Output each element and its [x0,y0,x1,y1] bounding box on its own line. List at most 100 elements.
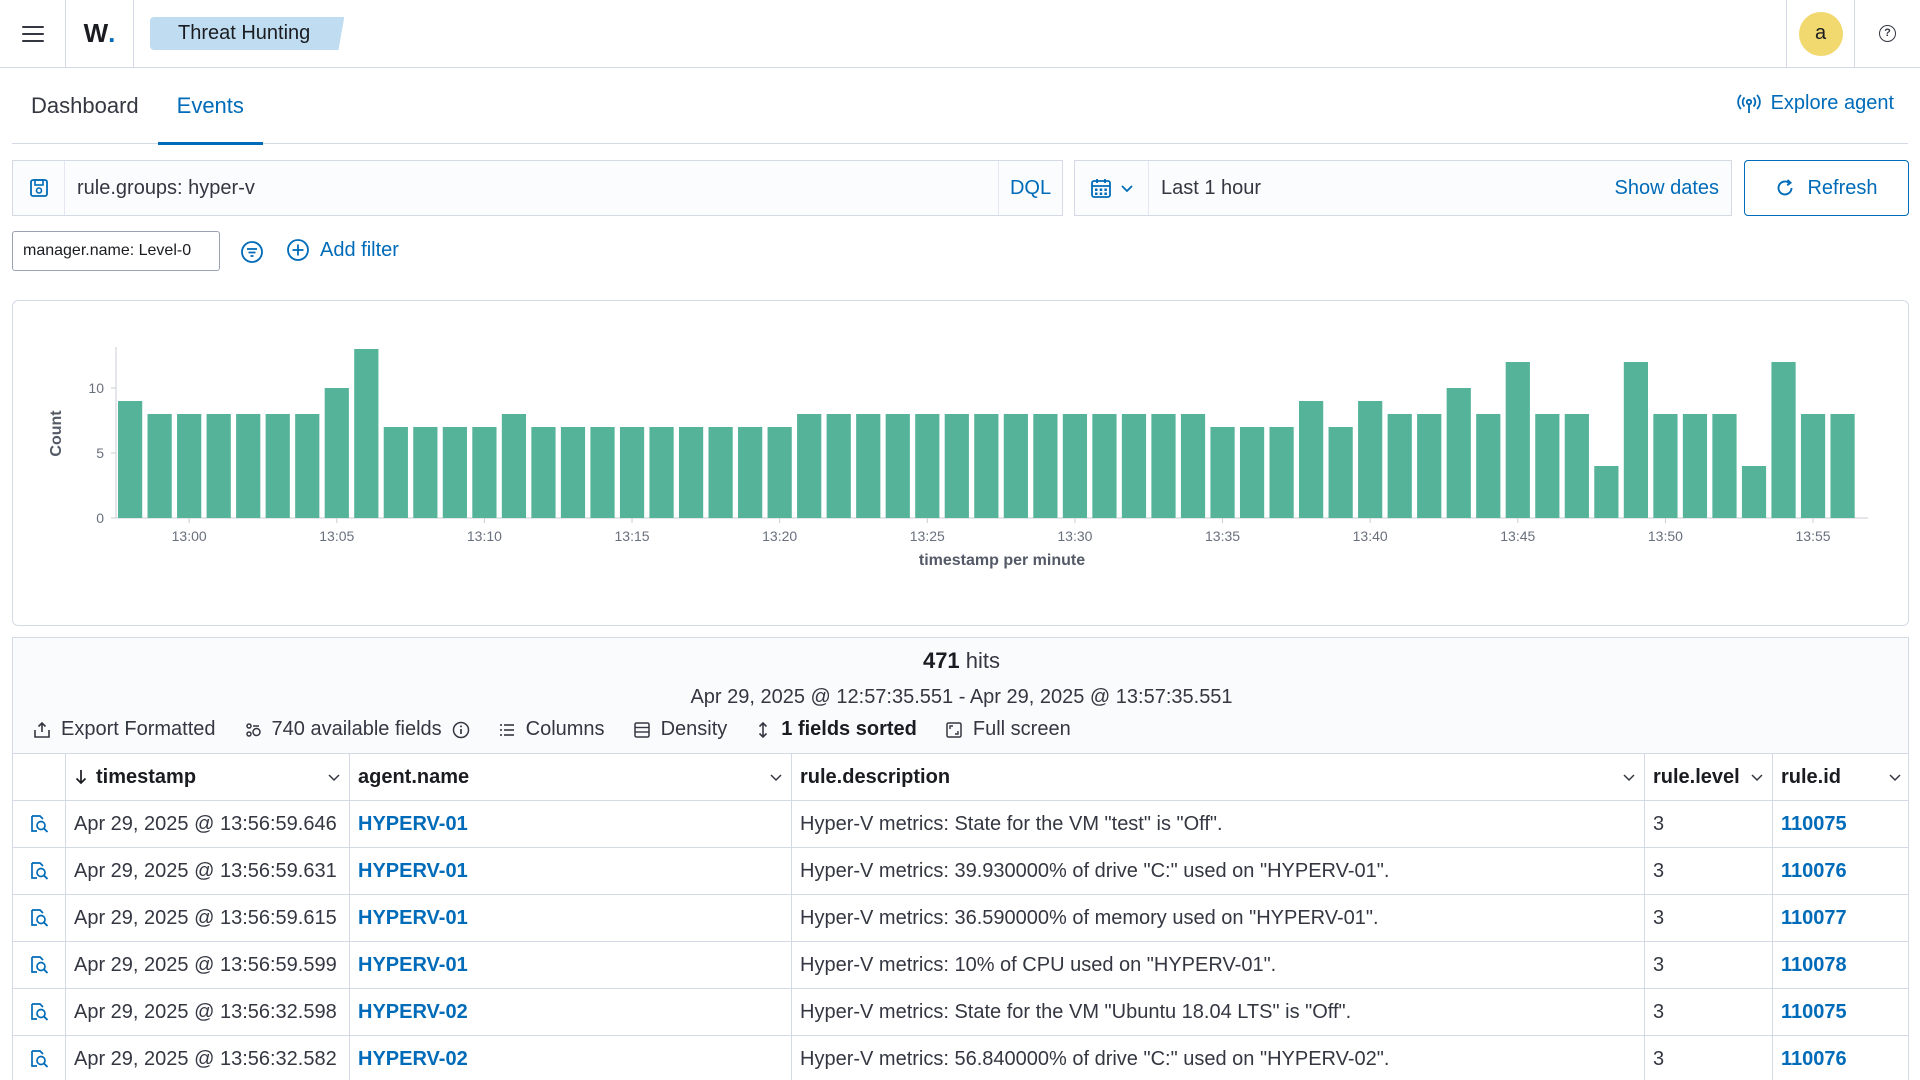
cell-agent-name[interactable]: HYPERV-02 [350,989,792,1035]
bar[interactable] [1358,401,1383,518]
bar[interactable] [442,427,467,518]
density-button[interactable]: Density [633,718,727,741]
bar[interactable] [1092,414,1117,518]
column-header-rule-id[interactable]: rule.id [1773,754,1908,800]
bar[interactable] [708,427,733,518]
inspect-button[interactable] [13,989,66,1035]
bar[interactable] [1328,427,1353,518]
inspect-button[interactable] [13,942,66,988]
app-logo[interactable]: W. [66,0,134,68]
inspect-button[interactable] [13,848,66,894]
bar[interactable] [738,427,763,518]
column-header-timestamp[interactable]: timestamp [66,754,350,800]
tab-dashboard[interactable]: Dashboard [12,68,158,144]
bar[interactable] [619,427,645,518]
bar[interactable] [177,414,202,518]
cell-rule-id[interactable]: 110075 [1773,801,1908,847]
inspect-button[interactable] [13,801,66,847]
cell-rule-id[interactable]: 110075 [1773,989,1908,1035]
search-input[interactable] [65,161,998,215]
bar[interactable] [1121,414,1147,518]
bar[interactable] [472,427,497,518]
bar[interactable] [974,414,999,518]
user-menu[interactable]: a [1786,0,1854,68]
refresh-button[interactable]: Refresh [1744,160,1909,216]
bar[interactable] [1623,362,1649,518]
bar[interactable] [354,349,379,518]
inspect-button[interactable] [13,895,66,941]
bar[interactable] [236,414,261,518]
bar[interactable] [1594,466,1619,518]
chevron-down-icon[interactable] [1622,770,1636,784]
bar[interactable] [767,427,792,518]
query-language-button[interactable]: DQL [998,161,1062,215]
bar[interactable] [1210,427,1235,518]
bar[interactable] [324,388,349,518]
column-header-agent-name[interactable]: agent.name [350,754,792,800]
chevron-down-icon[interactable] [1888,770,1902,784]
bar[interactable] [1446,388,1471,518]
bar[interactable] [1033,414,1058,518]
inspect-button[interactable] [13,1036,66,1080]
bar[interactable] [265,414,290,518]
explore-agent-button[interactable]: Explore agent [1736,92,1894,115]
sort-fields-button[interactable]: 1 fields sorted [755,718,917,741]
bar[interactable] [1771,362,1796,518]
bar[interactable] [1151,414,1176,518]
bar[interactable] [531,427,556,518]
cell-agent-name[interactable]: HYPERV-01 [350,942,792,988]
bar[interactable] [1682,414,1708,518]
bar[interactable] [1535,414,1560,518]
bar[interactable] [826,414,851,518]
cell-rule-id[interactable]: 110076 [1773,1036,1908,1080]
columns-button[interactable]: Columns [498,718,605,741]
bar[interactable] [1505,362,1530,518]
bar[interactable] [413,427,438,518]
bar[interactable] [856,414,881,518]
quick-menu-button[interactable] [1075,161,1149,215]
cell-agent-name[interactable]: HYPERV-01 [350,801,792,847]
bar[interactable] [1741,466,1767,518]
chevron-down-icon[interactable] [327,770,341,784]
cell-agent-name[interactable]: HYPERV-02 [350,1036,792,1080]
bar[interactable] [678,427,704,518]
bar[interactable] [1062,414,1088,518]
bar[interactable] [560,427,586,518]
bar[interactable] [1800,414,1826,518]
filter-menu-icon[interactable] [240,240,264,264]
bar[interactable] [501,414,527,518]
saved-query-button[interactable] [13,161,65,215]
cell-rule-id[interactable]: 110078 [1773,942,1908,988]
bar[interactable] [1830,414,1855,518]
cell-agent-name[interactable]: HYPERV-01 [350,895,792,941]
bar[interactable] [1180,414,1206,518]
column-header-rule-description[interactable]: rule.description [792,754,1645,800]
chevron-down-icon[interactable] [1750,770,1764,784]
help-button[interactable]: ? [1854,0,1920,68]
add-filter-button[interactable]: Add filter [286,238,399,262]
filter-pill[interactable]: manager.name: Level-0 [12,231,220,271]
available-fields-button[interactable]: 740 available fields [244,718,470,741]
info-icon[interactable] [452,721,470,739]
date-range-text[interactable]: Last 1 hour [1149,177,1614,200]
bar[interactable] [1239,427,1265,518]
bar[interactable] [118,401,143,518]
bar[interactable] [1712,414,1737,518]
bar[interactable] [885,414,910,518]
bar[interactable] [1417,414,1442,518]
cell-agent-name[interactable]: HYPERV-01 [350,848,792,894]
bar[interactable] [649,427,674,518]
bar[interactable] [383,427,408,518]
cell-rule-id[interactable]: 110077 [1773,895,1908,941]
bar[interactable] [915,414,940,518]
tab-events[interactable]: Events [157,68,264,145]
bar[interactable] [1653,414,1678,518]
full-screen-button[interactable]: Full screen [945,718,1071,741]
column-header-rule-level[interactable]: rule.level [1645,754,1773,800]
bar[interactable] [797,414,822,518]
bar[interactable] [1564,414,1589,518]
bar[interactable] [1299,401,1324,518]
bar[interactable] [1476,414,1501,518]
bar[interactable] [944,414,969,518]
menu-button[interactable] [0,0,66,68]
